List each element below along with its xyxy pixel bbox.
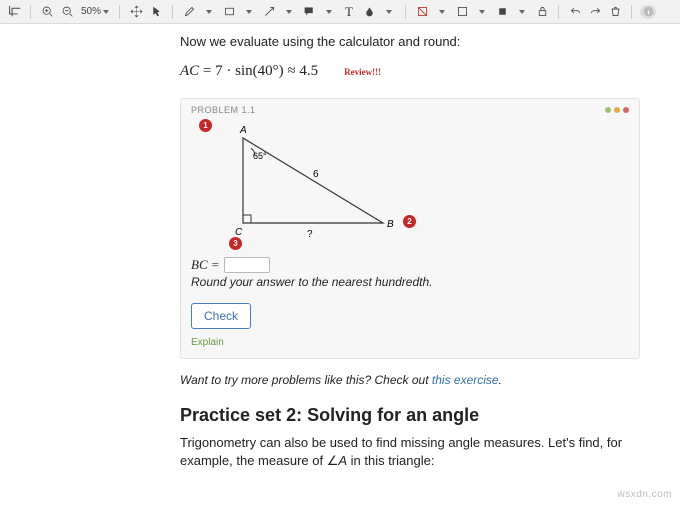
delete-icon[interactable] <box>607 4 623 20</box>
svg-text:B: B <box>387 219 394 230</box>
info-icon[interactable] <box>640 5 656 19</box>
zoom-out-icon[interactable] <box>59 4 75 20</box>
equation-row: AC = 7 · sin(40°) ≈ 4.5 Review!!! <box>180 63 660 80</box>
document-content: Now we evaluate using the calculator and… <box>0 24 660 470</box>
square-fill-icon[interactable] <box>494 4 510 20</box>
triangle-figure: 1 2 3 A B C 65° 6 ? <box>201 119 629 249</box>
dot-orange-icon <box>614 107 620 113</box>
exercise-link[interactable]: this exercise <box>432 373 499 387</box>
chevron-down-icon[interactable] <box>434 4 450 20</box>
toolbar: 50% T <box>0 0 680 24</box>
rect-icon[interactable] <box>221 4 237 20</box>
square-outline-icon[interactable] <box>454 4 470 20</box>
fill-icon[interactable] <box>361 4 377 20</box>
window-dots <box>605 107 629 113</box>
chevron-down-icon[interactable] <box>201 4 217 20</box>
bc-label: BC = <box>191 257 220 273</box>
explain-link[interactable]: Explain <box>191 337 629 348</box>
lock-icon[interactable] <box>534 4 550 20</box>
pointer-icon[interactable] <box>148 4 164 20</box>
review-annotation: Review!!! <box>344 67 381 77</box>
undo-icon[interactable] <box>567 4 583 20</box>
pen-icon[interactable] <box>181 4 197 20</box>
chevron-down-icon <box>103 10 109 14</box>
svg-text:C: C <box>235 227 243 238</box>
chevron-down-icon[interactable] <box>281 4 297 20</box>
svg-text:6: 6 <box>313 169 319 180</box>
dot-green-icon <box>605 107 611 113</box>
chevron-down-icon[interactable] <box>514 4 530 20</box>
rounding-hint: Round your answer to the nearest hundred… <box>191 275 629 289</box>
triangle-svg: A B C 65° 6 ? <box>223 123 423 253</box>
equation-text: AC = 7 · sin(40°) ≈ 4.5 <box>180 63 318 80</box>
problem-label: PROBLEM 1.1 <box>191 105 256 115</box>
annotation-marker-1: 1 <box>199 119 212 132</box>
zoom-level[interactable]: 50% <box>79 4 111 20</box>
move-icon[interactable] <box>128 4 144 20</box>
more-problems-line: Want to try more problems like this? Che… <box>180 373 660 387</box>
watermark: wsxdn.com <box>617 489 672 500</box>
section-heading: Practice set 2: Solving for an angle <box>180 405 660 426</box>
arrow-icon[interactable] <box>261 4 277 20</box>
svg-text:A: A <box>239 125 247 136</box>
problem-card: PROBLEM 1.1 1 2 3 A B C 65° 6 ? <box>180 98 640 359</box>
zoom-in-icon[interactable] <box>39 4 55 20</box>
section-body: Trigonometry can also be used to find mi… <box>180 434 660 470</box>
chevron-down-icon[interactable] <box>321 4 337 20</box>
chevron-down-icon[interactable] <box>241 4 257 20</box>
dot-red-icon <box>623 107 629 113</box>
answer-prompt: BC = <box>191 257 629 273</box>
text-icon[interactable]: T <box>341 4 357 20</box>
crop-icon[interactable] <box>6 4 22 20</box>
svg-text:?: ? <box>307 229 313 240</box>
intro-text: Now we evaluate using the calculator and… <box>180 34 660 49</box>
disable-icon[interactable] <box>414 4 430 20</box>
answer-input[interactable] <box>224 257 270 273</box>
redo-icon[interactable] <box>587 4 603 20</box>
check-button[interactable]: Check <box>191 303 251 329</box>
chevron-down-icon[interactable] <box>381 4 397 20</box>
callout-icon[interactable] <box>301 4 317 20</box>
chevron-down-icon[interactable] <box>474 4 490 20</box>
svg-text:65°: 65° <box>253 151 267 161</box>
